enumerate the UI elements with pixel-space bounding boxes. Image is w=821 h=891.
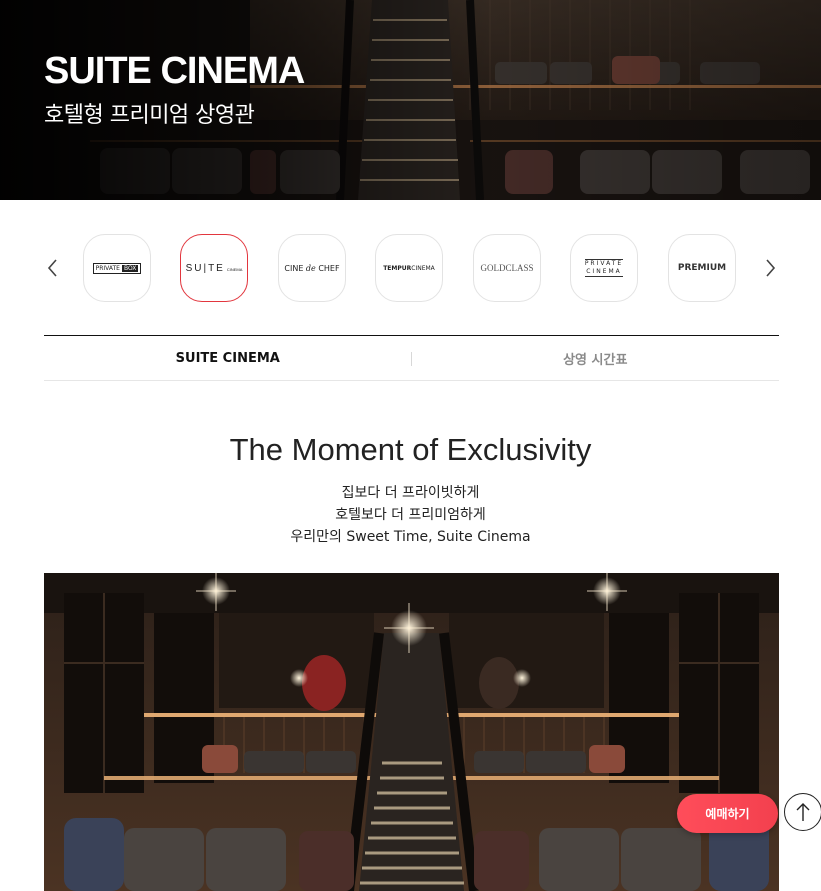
- tab-showtimes[interactable]: 상영 시간표: [412, 336, 780, 380]
- scroll-top-button[interactable]: [784, 793, 821, 831]
- brand-private-box[interactable]: PRIVATE BOX: [83, 234, 151, 302]
- chevron-left-icon: [47, 259, 57, 277]
- brand-logo-suite-cinema: SU|TE CINEMA: [185, 262, 243, 274]
- brand-suite-cinema[interactable]: SU|TE CINEMA: [180, 234, 248, 302]
- hero-banner: SUITE CINEMA 호텔형 프리미엄 상영관: [0, 0, 821, 200]
- brand-goldclass[interactable]: GOLDCLASS: [473, 234, 541, 302]
- brand-logo-private-cinema: PRIVATE CINEMA: [584, 259, 624, 277]
- suite-cinema-interior-image: [44, 573, 779, 891]
- content-tabs: SUITE CINEMA 상영 시간표: [44, 335, 779, 381]
- brand-logo-cine-de-chef: CINE de CHEF: [284, 263, 340, 273]
- hero-title: SUITE CINEMA: [44, 50, 305, 92]
- brand-premium[interactable]: PREMIUM: [668, 234, 736, 302]
- brand-private-cinema[interactable]: PRIVATE CINEMA: [570, 234, 638, 302]
- carousel-next-button[interactable]: [760, 256, 780, 280]
- brand-carousel: PRIVATE BOX SU|TE CINEMA CINE de CHEF TEM…: [0, 232, 821, 304]
- intro-line-2: 호텔보다 더 프리미엄하게: [335, 507, 486, 523]
- brand-logo-premium: PREMIUM: [677, 263, 727, 273]
- brand-logo-tempur-cinema: TEMPURCINEMA: [383, 264, 435, 272]
- intro-title: The Moment of Exclusivity: [229, 432, 592, 467]
- suite-cinema-photo: [44, 573, 779, 891]
- private-box-logo-word-1: PRIVATE: [95, 264, 120, 272]
- tab-suite-cinema[interactable]: SUITE CINEMA: [44, 336, 412, 380]
- chevron-right-icon: [766, 259, 776, 277]
- brand-logo-goldclass: GOLDCLASS: [480, 263, 534, 273]
- private-box-logo-word-2: BOX: [121, 264, 139, 272]
- carousel-prev-button[interactable]: [43, 256, 63, 280]
- brand-logo-private-box: PRIVATE BOX: [92, 262, 142, 274]
- brand-tempur-cinema[interactable]: TEMPURCINEMA: [375, 234, 443, 302]
- brand-cine-de-chef[interactable]: CINE de CHEF: [278, 234, 346, 302]
- hero-subtitle: 호텔형 프리미엄 상영관: [44, 103, 255, 128]
- intro-line-3: 우리만의 Sweet Time, Suite Cinema: [290, 529, 531, 545]
- arrow-up-icon: [796, 803, 810, 821]
- page: SUITE CINEMA 호텔형 프리미엄 상영관 PRIVATE BOX SU…: [0, 0, 821, 891]
- reserve-button[interactable]: 예매하기: [677, 794, 778, 833]
- intro-line-1: 집보다 더 프라이빗하게: [341, 485, 480, 501]
